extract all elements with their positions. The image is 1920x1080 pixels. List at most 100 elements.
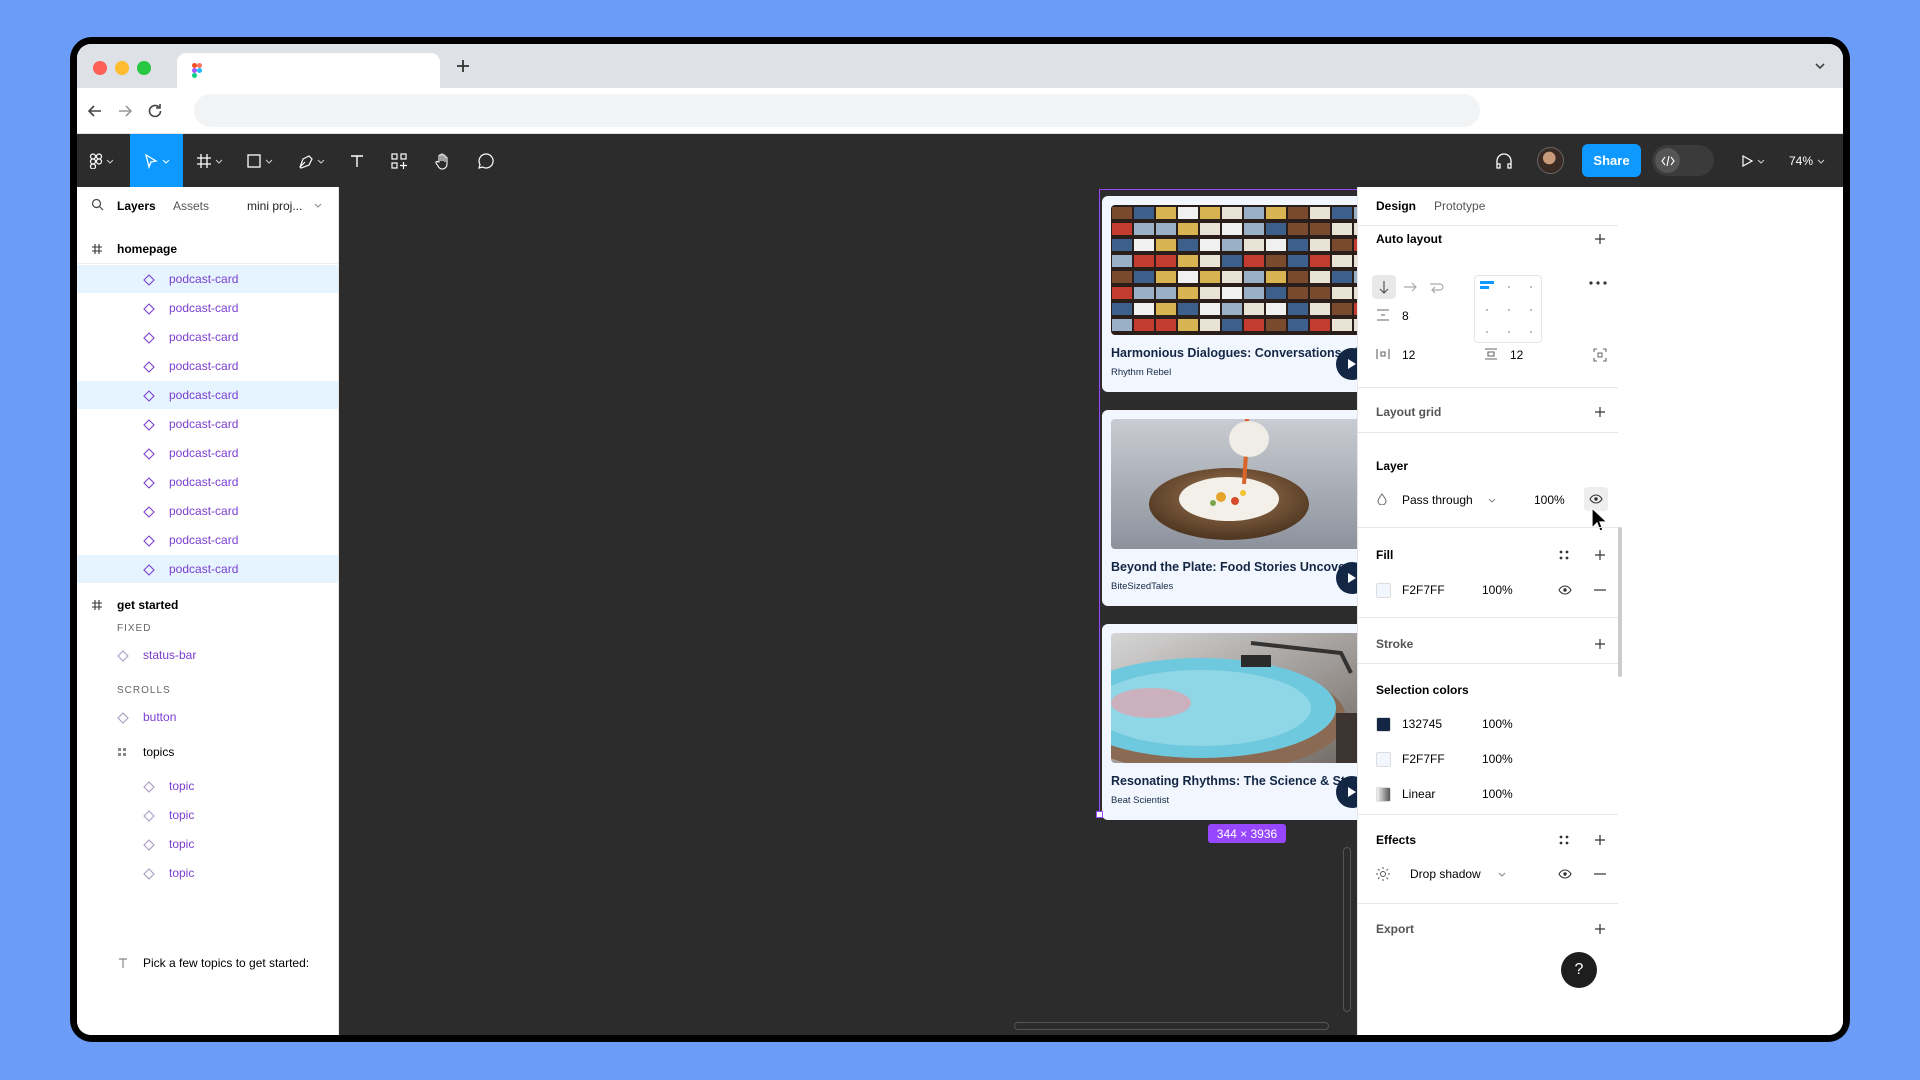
- url-input[interactable]: [194, 94, 1480, 127]
- hand-tool-button[interactable]: [427, 134, 459, 187]
- share-button[interactable]: Share: [1582, 144, 1641, 177]
- layer-frame-homepage[interactable]: homepage: [77, 235, 338, 263]
- direction-horizontal-button[interactable]: [1398, 275, 1422, 299]
- comment-tool-button[interactable]: [470, 134, 502, 187]
- tab-assets[interactable]: Assets: [173, 199, 209, 213]
- fill-hex-value[interactable]: F2F7FF: [1402, 583, 1445, 597]
- podcast-card[interactable]: Harmonious Dialogues: Conversations with…: [1102, 196, 1357, 392]
- more-options-icon[interactable]: [1588, 280, 1608, 286]
- present-button[interactable]: [1732, 134, 1772, 187]
- blend-mode-select[interactable]: Pass through: [1402, 493, 1473, 507]
- main-menu-button[interactable]: [81, 134, 121, 187]
- fill-opacity-value[interactable]: 100%: [1482, 583, 1513, 597]
- selection-color-swatch[interactable]: [1376, 717, 1391, 732]
- selection-color-value[interactable]: 132745: [1402, 717, 1442, 731]
- layer-opacity-value[interactable]: 100%: [1534, 493, 1565, 507]
- text-tool-button[interactable]: [341, 134, 373, 187]
- layer-podcast-card[interactable]: podcast-card: [77, 468, 338, 496]
- chevron-down-icon[interactable]: [1488, 496, 1496, 504]
- layer-podcast-card[interactable]: podcast-card: [77, 265, 338, 293]
- layer-topic[interactable]: topic: [77, 801, 338, 829]
- minus-icon[interactable]: [1594, 589, 1606, 591]
- minimize-window-button[interactable]: [115, 61, 129, 75]
- dev-mode-toggle[interactable]: [1652, 145, 1714, 176]
- close-window-button[interactable]: [93, 61, 107, 75]
- layer-topic[interactable]: topic: [77, 859, 338, 887]
- style-grid-icon[interactable]: [1558, 549, 1570, 561]
- help-button[interactable]: ?: [1561, 952, 1597, 988]
- resize-handle[interactable]: [1096, 811, 1103, 818]
- zoom-dropdown[interactable]: 74%: [1789, 134, 1825, 187]
- move-tool-button[interactable]: [130, 134, 183, 187]
- selection-color-swatch[interactable]: [1376, 787, 1391, 802]
- direction-wrap-button[interactable]: [1424, 275, 1448, 299]
- browser-tab-figma[interactable]: [177, 53, 440, 88]
- horizontal-padding-value[interactable]: 12: [1402, 348, 1415, 362]
- vertical-scrollbar[interactable]: [1343, 847, 1351, 1012]
- layer-podcast-card[interactable]: podcast-card: [77, 352, 338, 380]
- layer-podcast-card[interactable]: podcast-card: [77, 410, 338, 438]
- selection-color-swatch[interactable]: [1376, 752, 1391, 767]
- plus-icon[interactable]: [1593, 232, 1607, 246]
- design-canvas[interactable]: Harmonious Dialogues: Conversations with…: [339, 187, 1357, 1035]
- chevron-down-icon[interactable]: [314, 201, 322, 209]
- layer-topics[interactable]: topics: [77, 738, 338, 766]
- sun-effect-icon[interactable]: [1376, 867, 1390, 881]
- pen-tool-button[interactable]: [289, 134, 333, 187]
- selection-color-value[interactable]: F2F7FF: [1402, 752, 1445, 766]
- panel-scrollbar[interactable]: [1618, 527, 1622, 677]
- layer-podcast-card[interactable]: podcast-card: [77, 381, 338, 409]
- maximize-window-button[interactable]: [137, 61, 151, 75]
- forward-arrow-icon[interactable]: [115, 101, 135, 121]
- alignment-grid[interactable]: [1474, 275, 1542, 343]
- podcast-card[interactable]: Resonating Rhythms: The Science & Storie…: [1102, 624, 1357, 820]
- resources-tool-button[interactable]: [383, 134, 415, 187]
- selection-color-opacity[interactable]: 100%: [1482, 787, 1513, 801]
- direction-vertical-button[interactable]: [1372, 275, 1396, 299]
- minus-icon[interactable]: [1594, 873, 1606, 875]
- eye-icon[interactable]: [1558, 869, 1572, 879]
- layer-podcast-card[interactable]: podcast-card: [77, 555, 338, 583]
- shape-tool-button[interactable]: [237, 134, 281, 187]
- layer-frame-get-started[interactable]: get started: [77, 591, 338, 619]
- plus-icon[interactable]: [1593, 637, 1607, 651]
- back-arrow-icon[interactable]: [85, 101, 105, 121]
- new-tab-button[interactable]: [452, 55, 474, 77]
- layer-status-bar[interactable]: status-bar: [77, 641, 338, 669]
- page-selector[interactable]: mini proj...: [247, 199, 302, 213]
- gap-value[interactable]: 8: [1402, 309, 1409, 323]
- layer-podcast-card[interactable]: podcast-card: [77, 497, 338, 525]
- selection-color-opacity[interactable]: 100%: [1482, 717, 1513, 731]
- audio-chat-button[interactable]: [1489, 134, 1519, 187]
- fill-color-swatch[interactable]: [1376, 583, 1391, 598]
- individual-padding-icon[interactable]: [1593, 348, 1607, 362]
- style-grid-icon[interactable]: [1558, 834, 1570, 846]
- plus-icon[interactable]: [1593, 922, 1607, 936]
- user-avatar[interactable]: [1537, 147, 1564, 174]
- plus-icon[interactable]: [1593, 833, 1607, 847]
- layer-podcast-card[interactable]: podcast-card: [77, 294, 338, 322]
- layer-podcast-card[interactable]: podcast-card: [77, 323, 338, 351]
- layer-button[interactable]: button: [77, 703, 338, 731]
- horizontal-scrollbar[interactable]: [1014, 1022, 1329, 1030]
- plus-icon[interactable]: [1593, 548, 1607, 562]
- tab-design[interactable]: Design: [1376, 199, 1416, 213]
- layer-text-pick-topics[interactable]: Pick a few topics to get started:: [77, 949, 338, 977]
- tab-prototype[interactable]: Prototype: [1434, 199, 1485, 213]
- frame-tool-button[interactable]: [187, 134, 231, 187]
- selection-color-value[interactable]: Linear: [1402, 787, 1435, 801]
- layer-topic[interactable]: topic: [77, 772, 338, 800]
- layer-podcast-card[interactable]: podcast-card: [77, 439, 338, 467]
- chevron-down-icon[interactable]: [1498, 870, 1506, 878]
- tab-layers[interactable]: Layers: [117, 199, 156, 213]
- tab-list-chevron-icon[interactable]: [1813, 59, 1827, 73]
- plus-icon[interactable]: [1593, 405, 1607, 419]
- reload-icon[interactable]: [145, 101, 165, 121]
- eye-icon[interactable]: [1558, 585, 1572, 595]
- layer-topic[interactable]: topic: [77, 830, 338, 858]
- vertical-padding-value[interactable]: 12: [1510, 348, 1523, 362]
- selection-color-opacity[interactable]: 100%: [1482, 752, 1513, 766]
- selected-frame-homepage[interactable]: Harmonious Dialogues: Conversations with…: [1096, 189, 1357, 820]
- layer-podcast-card[interactable]: podcast-card: [77, 526, 338, 554]
- search-icon[interactable]: [91, 198, 104, 211]
